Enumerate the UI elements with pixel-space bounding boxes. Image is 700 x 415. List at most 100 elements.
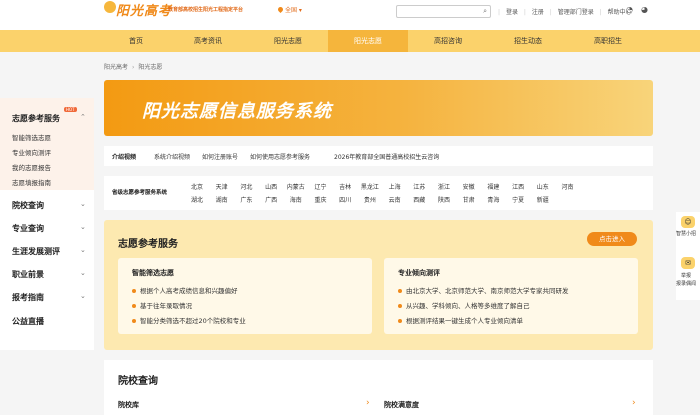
sidebar-sub-guide[interactable]: 志愿填报指南 bbox=[12, 177, 51, 187]
admin-login-link[interactable]: 管理部门登录 bbox=[558, 9, 594, 16]
province-systems: 省级志愿参考服务系统 北京 天津 河北 山西 内蒙古 辽宁 吉林 黑龙江 上海 江苏 浙江 安徽 福建江… bbox=[104, 176, 653, 210]
panel-item: 根据个人高考成绩信息和兴趣偏好 bbox=[132, 285, 238, 295]
province-link[interactable]: 山西 bbox=[262, 182, 280, 191]
province-link[interactable]: 西藏 bbox=[410, 195, 428, 204]
location-pin-icon bbox=[276, 5, 285, 14]
province-link[interactable]: 贵州 bbox=[361, 195, 379, 204]
nav-news[interactable]: 高考资讯 bbox=[168, 30, 248, 52]
report-icon[interactable]: ✉ bbox=[681, 257, 695, 269]
intro-link-how-to-use[interactable]: 如何使用志愿参考服务 bbox=[250, 152, 310, 161]
sidebar-item-career-outlook[interactable]: 职业前景 bbox=[12, 269, 44, 280]
province-link[interactable]: 青海 bbox=[484, 195, 502, 204]
chevron-down-icon[interactable]: ⌄ bbox=[80, 292, 86, 300]
nav-sunshine-volunteer[interactable]: 阳光志愿 bbox=[328, 30, 408, 52]
province-link[interactable]: 上海 bbox=[386, 182, 404, 191]
nav-admission-news[interactable]: 招生动态 bbox=[488, 30, 568, 52]
sidebar-item-school-query[interactable]: 院校查询 bbox=[12, 200, 44, 211]
province-link[interactable]: 湖北 bbox=[188, 195, 206, 204]
site-slogan: 教育部高校招生阳光工程指定平台 bbox=[168, 7, 244, 13]
province-link[interactable]: 吉林 bbox=[336, 182, 354, 191]
register-link[interactable]: 注册 bbox=[532, 9, 544, 16]
nav-consult[interactable]: 高招咨询 bbox=[408, 30, 488, 52]
bullet-icon bbox=[398, 319, 402, 323]
nav-home[interactable]: 首页 bbox=[96, 30, 176, 52]
province-link[interactable]: 安徽 bbox=[460, 182, 478, 191]
province-link[interactable]: 新疆 bbox=[534, 195, 552, 204]
top-links: | 登录 | 注册 | 管理部门登录 | 帮助中心 bbox=[498, 9, 632, 16]
breadcrumb-home[interactable]: 阳光高考 bbox=[104, 64, 128, 71]
province-link[interactable]: 云南 bbox=[386, 195, 404, 204]
province-link[interactable]: 黑龙江 bbox=[361, 182, 379, 191]
sidebar-sub-major-test[interactable]: 专业倾向测评 bbox=[12, 147, 51, 157]
school-library-link[interactable]: 院校库 bbox=[118, 400, 139, 410]
breadcrumb-current: 阳光志愿 bbox=[138, 64, 163, 71]
nav-vocational[interactable]: 高职招生 bbox=[568, 30, 648, 52]
panel-item: 根据测评结果一键生成个人专业倾向清单 bbox=[398, 315, 523, 325]
province-link[interactable]: 江苏 bbox=[410, 182, 428, 191]
bullet-icon bbox=[398, 289, 402, 293]
panel-item: 从兴趣、学科倾向、人格等多维度了解自己 bbox=[398, 300, 530, 310]
intro-link-system-video[interactable]: 系统介绍视频 bbox=[154, 152, 190, 161]
intro-link-register[interactable]: 如何注册账号 bbox=[202, 152, 238, 161]
school-satisfaction-link[interactable]: 院校满意度 bbox=[384, 400, 419, 410]
province-link[interactable]: 北京 bbox=[188, 182, 206, 191]
province-link[interactable]: 浙江 bbox=[435, 182, 453, 191]
chevron-down-icon[interactable]: ⌄ bbox=[80, 246, 86, 254]
site-logo[interactable]: 阳光高考 bbox=[116, 0, 172, 19]
major-test-panel[interactable]: 专业倾向测评 由北京大学、北京师范大学、南京师范大学专家共同研发 从兴趣、学科倾… bbox=[384, 258, 638, 334]
province-link[interactable]: 广东 bbox=[237, 195, 255, 204]
province-link[interactable]: 四川 bbox=[336, 195, 354, 204]
province-link[interactable]: 江西 bbox=[509, 182, 527, 191]
sidebar-item-career-test[interactable]: 生涯发展测评 bbox=[12, 246, 60, 257]
nav-sunshine-info[interactable]: 阳光志愿 bbox=[248, 30, 328, 52]
chevron-right-icon[interactable]: › bbox=[632, 398, 636, 408]
province-link[interactable]: 宁夏 bbox=[509, 195, 527, 204]
province-link[interactable]: 山东 bbox=[534, 182, 552, 191]
province-link[interactable]: 河南 bbox=[559, 182, 577, 191]
sidebar-item-live[interactable]: 公益直播 bbox=[12, 316, 44, 327]
province-link[interactable]: 河北 bbox=[237, 182, 255, 191]
region-selector[interactable]: 全国 ▾ bbox=[276, 5, 302, 14]
sidebar-item-apply-guide[interactable]: 报考指南 bbox=[12, 292, 44, 303]
province-link[interactable]: 海南 bbox=[287, 195, 305, 204]
sidebar-item-volunteer-service[interactable]: 志愿参考服务 bbox=[12, 113, 60, 124]
province-link[interactable]: 辽宁 bbox=[312, 182, 330, 191]
intro-label: 介绍视频 bbox=[112, 154, 137, 161]
hot-badge: HOT bbox=[64, 107, 77, 112]
assistant-label[interactable]: 智慧小招 bbox=[676, 230, 700, 237]
report-sublabel[interactable]: 报录偶闻 bbox=[676, 280, 700, 287]
chevron-right-icon[interactable]: › bbox=[366, 398, 370, 408]
panel-title: 专业倾向测评 bbox=[398, 269, 440, 277]
province-link[interactable]: 甘肃 bbox=[460, 195, 478, 204]
assistant-icon[interactable]: ☺ bbox=[681, 216, 695, 228]
sidebar-item-major-query[interactable]: 专业查询 bbox=[12, 223, 44, 234]
bullet-icon bbox=[132, 289, 136, 293]
province-link[interactable]: 重庆 bbox=[312, 195, 330, 204]
search-box: ⌕ bbox=[396, 5, 491, 18]
login-link[interactable]: 登录 bbox=[506, 9, 518, 16]
intro-link-cloud-consult[interactable]: 2026年教育部全国普通高校招生云咨询 bbox=[334, 152, 439, 161]
search-input[interactable] bbox=[399, 7, 475, 16]
wechat-icon[interactable]: ◕ bbox=[641, 5, 648, 14]
search-icon[interactable]: ⌕ bbox=[483, 7, 487, 16]
enter-button[interactable]: 点击进入 bbox=[587, 232, 637, 246]
logo-icon bbox=[104, 1, 116, 13]
sidebar-sub-smart-filter[interactable]: 智能筛选志愿 bbox=[12, 132, 51, 142]
chevron-down-icon[interactable]: ⌄ bbox=[80, 269, 86, 277]
chevron-down-icon[interactable]: ⌄ bbox=[80, 223, 86, 231]
province-link[interactable]: 湖南 bbox=[213, 195, 231, 204]
weibo-icon[interactable]: ◔ bbox=[626, 5, 633, 14]
province-label: 省级志愿参考服务系统 bbox=[112, 190, 168, 196]
province-link[interactable]: 福建 bbox=[484, 182, 502, 191]
sidebar-sub-report[interactable]: 我的志愿报告 bbox=[12, 162, 51, 172]
province-link[interactable]: 天津 bbox=[213, 182, 231, 191]
report-label[interactable]: 举报 bbox=[681, 272, 691, 279]
school-query-title: 院校查询 bbox=[118, 376, 158, 387]
chevron-up-icon[interactable]: ⌃ bbox=[80, 113, 86, 121]
bullet-icon bbox=[132, 319, 136, 323]
province-link[interactable]: 广西 bbox=[262, 195, 280, 204]
province-link[interactable]: 陕西 bbox=[435, 195, 453, 204]
province-link[interactable]: 内蒙古 bbox=[287, 182, 305, 191]
smart-filter-panel[interactable]: 智能筛选志愿 根据个人高考成绩信息和兴趣偏好 基于往年录取情况 智能分类筛选不超… bbox=[118, 258, 372, 334]
chevron-down-icon[interactable]: ⌄ bbox=[80, 200, 86, 208]
